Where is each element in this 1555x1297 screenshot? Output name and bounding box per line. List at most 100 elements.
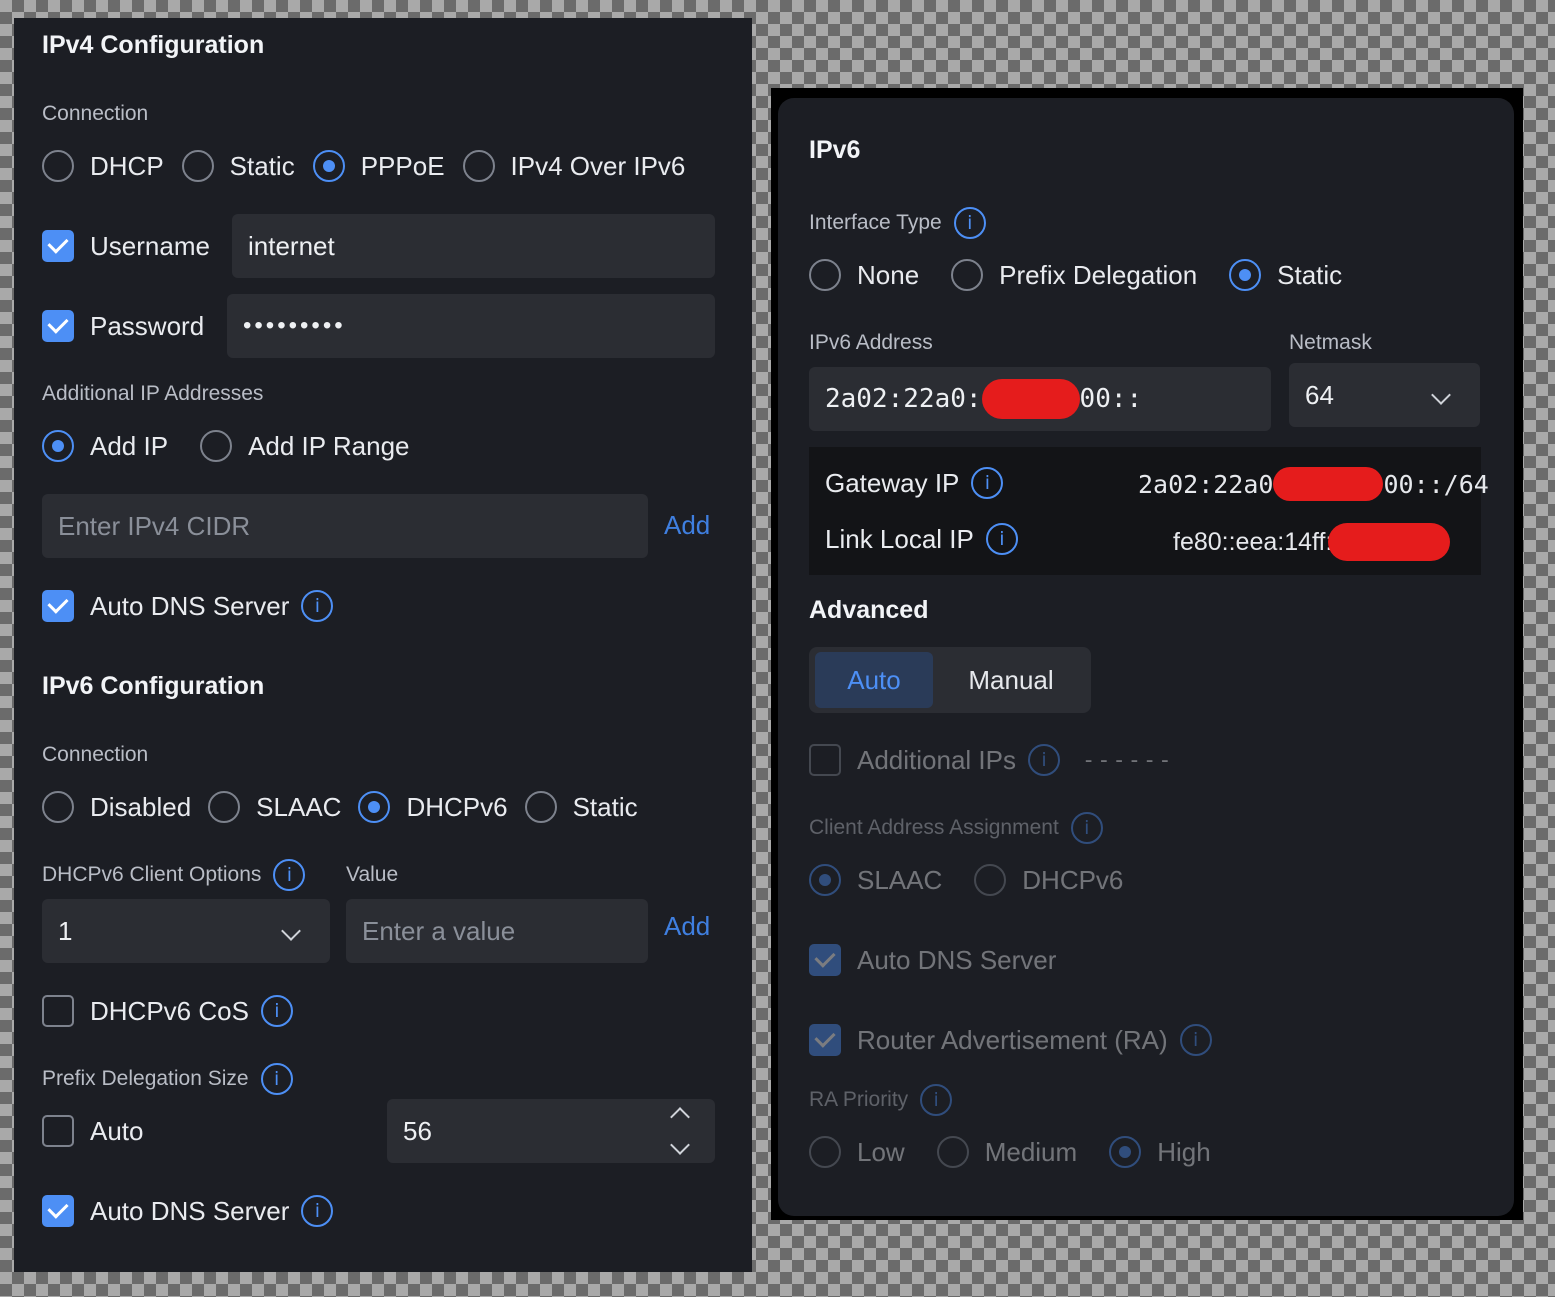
radio-none-label[interactable]: None bbox=[857, 260, 919, 291]
info-icon[interactable]: i bbox=[985, 523, 1018, 555]
radio-add-ip-range[interactable] bbox=[200, 430, 233, 462]
info-icon[interactable]: i bbox=[260, 1063, 293, 1095]
add-cidr-button[interactable]: Add bbox=[664, 510, 710, 541]
info-icon[interactable]: i bbox=[273, 859, 306, 891]
radio-static[interactable] bbox=[181, 150, 214, 182]
advanced-auto-dns-checkbox[interactable] bbox=[809, 944, 841, 976]
dhcpv6-value-input[interactable]: Enter a value bbox=[346, 899, 648, 963]
radio-none[interactable] bbox=[809, 259, 841, 291]
info-icon[interactable]: i bbox=[301, 1195, 334, 1227]
radio-assignment-dhcpv6-label[interactable]: DHCPv6 bbox=[1022, 865, 1123, 896]
ipv6-address-suffix: 00:: bbox=[1079, 384, 1143, 414]
radio-disabled[interactable] bbox=[42, 791, 74, 823]
ra-priority-radio-group: Low Medium High bbox=[809, 1136, 1211, 1168]
ipv6-connection-radio-group: Disabled SLAAC DHCPv6 Static bbox=[42, 791, 638, 823]
password-input[interactable]: ••••••••• bbox=[227, 294, 715, 358]
ipv6-address-prefix: 2a02:22a0: bbox=[825, 384, 982, 414]
add-ip-radio-group: Add IP Add IP Range bbox=[42, 430, 409, 462]
link-local-ip-row: Link Local IP i bbox=[825, 523, 1018, 555]
router-advertisement-checkbox[interactable] bbox=[809, 1024, 841, 1056]
netmask-select[interactable]: 64 bbox=[1289, 363, 1480, 427]
prefix-size-stepper[interactable]: 56 bbox=[387, 1099, 715, 1163]
link-local-ip-prefix: fe80::eea:14ff: bbox=[1173, 527, 1333, 556]
radio-priority-medium[interactable] bbox=[936, 1136, 969, 1168]
info-icon[interactable]: i bbox=[1027, 744, 1060, 776]
additional-ips-checkbox[interactable] bbox=[809, 744, 841, 776]
additional-ips-row: Additional IPs i ------ bbox=[809, 744, 1173, 776]
radio-interface-static-label[interactable]: Static bbox=[1277, 260, 1342, 291]
radio-priority-low[interactable] bbox=[809, 1136, 841, 1168]
radio-ipv6-static[interactable] bbox=[524, 791, 557, 823]
username-checkbox[interactable] bbox=[42, 230, 74, 262]
link-local-ip-label: Link Local IP bbox=[825, 523, 974, 554]
radio-dhcp[interactable] bbox=[42, 150, 74, 182]
router-advertisement-label: Router Advertisement (RA) bbox=[857, 1024, 1168, 1055]
redaction-mark bbox=[981, 379, 1080, 419]
ipv4-auto-dns-row: Auto DNS Server i bbox=[42, 590, 334, 622]
username-input[interactable]: internet bbox=[232, 214, 715, 278]
radio-ipv4-over-ipv6[interactable] bbox=[462, 150, 495, 182]
radio-dhcpv6[interactable] bbox=[358, 791, 391, 823]
chevron-down-icon[interactable] bbox=[670, 1135, 690, 1155]
radio-assignment-dhcpv6[interactable] bbox=[974, 864, 1007, 896]
password-checkbox[interactable] bbox=[42, 310, 74, 342]
info-icon[interactable]: i bbox=[953, 207, 986, 239]
radio-priority-high-label[interactable]: High bbox=[1157, 1137, 1210, 1168]
prefix-auto-row: Auto bbox=[42, 1115, 144, 1147]
info-icon[interactable]: i bbox=[260, 995, 293, 1027]
radio-prefix-delegation-label[interactable]: Prefix Delegation bbox=[999, 260, 1197, 291]
radio-pppoe[interactable] bbox=[312, 150, 345, 182]
radio-pppoe-label[interactable]: PPPoE bbox=[361, 151, 445, 182]
ipv6-auto-dns-checkbox[interactable] bbox=[42, 1195, 74, 1227]
radio-dhcp-label[interactable]: DHCP bbox=[90, 151, 164, 182]
netmask-value: 64 bbox=[1305, 379, 1334, 410]
radio-assignment-slaac-label[interactable]: SLAAC bbox=[857, 865, 942, 896]
radio-interface-static[interactable] bbox=[1229, 259, 1262, 291]
info-icon[interactable]: i bbox=[1179, 1024, 1212, 1056]
radio-prefix-delegation[interactable] bbox=[951, 259, 984, 291]
gateway-ip-suffix: 00::/64 bbox=[1383, 469, 1489, 499]
prefix-auto-checkbox[interactable] bbox=[42, 1115, 74, 1147]
add-client-option-button[interactable]: Add bbox=[664, 911, 710, 942]
dhcpv6-cos-label: DHCPv6 CoS bbox=[90, 995, 249, 1026]
value-label: Value bbox=[346, 863, 399, 886]
info-icon[interactable]: i bbox=[920, 1084, 953, 1116]
tab-manual[interactable]: Manual bbox=[938, 652, 1084, 708]
chevron-up-icon[interactable] bbox=[670, 1107, 690, 1127]
radio-assignment-slaac[interactable] bbox=[809, 864, 841, 896]
radio-slaac-label[interactable]: SLAAC bbox=[256, 792, 341, 823]
radio-add-ip[interactable] bbox=[42, 430, 74, 462]
radio-priority-low-label[interactable]: Low bbox=[857, 1137, 905, 1168]
dhcpv6-client-option-select[interactable]: 1 bbox=[42, 899, 330, 963]
chevron-down-icon bbox=[1431, 385, 1451, 405]
radio-slaac[interactable] bbox=[208, 791, 241, 823]
username-row: Username bbox=[42, 230, 210, 262]
dhcpv6-cos-checkbox[interactable] bbox=[42, 995, 74, 1027]
radio-dhcpv6-label[interactable]: DHCPv6 bbox=[406, 792, 507, 823]
ipv4-section-title: IPv4 Configuration bbox=[42, 31, 265, 59]
ipv4-cidr-input[interactable]: Enter IPv4 CIDR bbox=[42, 494, 648, 558]
radio-priority-medium-label[interactable]: Medium bbox=[985, 1137, 1077, 1168]
info-icon[interactable]: i bbox=[971, 467, 1004, 499]
radio-disabled-label[interactable]: Disabled bbox=[90, 792, 191, 823]
ipv6-address-input[interactable]: 2a02:22a0: 00:: bbox=[809, 367, 1271, 431]
radio-ipv6-static-label[interactable]: Static bbox=[573, 792, 638, 823]
additional-ips-value: ------ bbox=[1081, 747, 1174, 773]
ipv4-auto-dns-label: Auto DNS Server bbox=[90, 590, 290, 621]
advanced-auto-dns-row: Auto DNS Server bbox=[809, 944, 1056, 976]
radio-add-ip-range-label[interactable]: Add IP Range bbox=[248, 431, 409, 462]
radio-static-label[interactable]: Static bbox=[230, 151, 295, 182]
radio-priority-high[interactable] bbox=[1109, 1136, 1142, 1168]
gateway-ip-label: Gateway IP bbox=[825, 467, 960, 498]
radio-ipv4-over-ipv6-label[interactable]: IPv4 Over IPv6 bbox=[511, 151, 686, 182]
ipv4-auto-dns-checkbox[interactable] bbox=[42, 590, 74, 622]
tab-auto[interactable]: Auto bbox=[815, 652, 933, 708]
radio-add-ip-label[interactable]: Add IP bbox=[90, 431, 168, 462]
ipv6-address-label: IPv6 Address bbox=[809, 331, 933, 354]
info-icon[interactable]: i bbox=[301, 590, 334, 622]
password-row: Password bbox=[42, 310, 204, 342]
dhcpv6-client-option-value: 1 bbox=[58, 915, 73, 946]
redaction-mark bbox=[1328, 523, 1451, 561]
info-icon[interactable]: i bbox=[1070, 812, 1103, 844]
dhcpv6-cos-row: DHCPv6 CoS i bbox=[42, 995, 293, 1027]
